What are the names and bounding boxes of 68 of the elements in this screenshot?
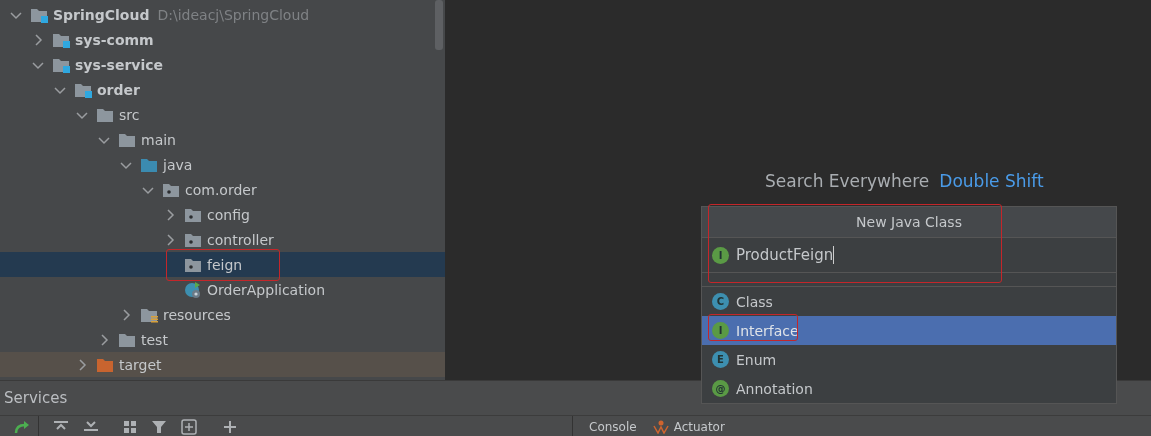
folder-icon	[52, 56, 70, 73]
item-label: test	[141, 331, 168, 348]
tree-item[interactable]: target	[0, 352, 445, 377]
item-label: config	[207, 206, 250, 223]
class-kind-item[interactable]: I Interface	[702, 316, 1116, 345]
item-label: OrderApplication	[207, 281, 325, 298]
scrollbar-thumb[interactable]	[434, 0, 443, 50]
folder-icon	[140, 156, 158, 173]
folder-icon	[184, 256, 202, 273]
panel-tab[interactable]: Actuator	[652, 419, 725, 434]
folder-icon	[96, 106, 114, 123]
folder-icon	[118, 131, 136, 148]
folder-icon	[162, 181, 180, 198]
folder-icon	[52, 31, 70, 48]
shortcut-hint: Double Shift	[939, 171, 1044, 191]
item-label: resources	[163, 306, 231, 323]
item-label: src	[119, 106, 140, 123]
rerun-icon[interactable]	[14, 419, 30, 434]
item-label: feign	[207, 256, 243, 273]
search-hint: Search Everywhere	[765, 171, 930, 191]
chevron-icon[interactable]	[164, 233, 176, 246]
chevron-icon[interactable]	[120, 308, 132, 321]
tree-item[interactable]: main	[0, 127, 432, 152]
tree-item[interactable]: sys-comm	[0, 27, 432, 52]
tree-item[interactable]: test	[0, 327, 432, 352]
chevron-icon[interactable]	[76, 358, 88, 371]
group-icon[interactable]	[123, 419, 137, 434]
tree-item[interactable]: config	[0, 202, 432, 227]
tree-item[interactable]: controller	[0, 227, 432, 252]
folder-icon	[96, 356, 114, 373]
item-label: SpringCloud	[53, 6, 150, 23]
name-field[interactable]: I ProductFeign	[702, 238, 1116, 273]
dialog-title: New Java Class	[702, 207, 1116, 238]
tree-item[interactable]: sys-service	[0, 52, 432, 77]
item-label: controller	[207, 231, 274, 248]
class-kind-item[interactable]: E Enum	[702, 345, 1116, 374]
panel-tab[interactable]: Console	[589, 419, 637, 434]
folder-icon	[118, 331, 136, 348]
folder-icon	[30, 6, 48, 23]
tree-item[interactable]: SpringCloud D:\ideacj\SpringCloud	[0, 2, 432, 27]
item-label: java	[163, 156, 193, 173]
tree-item[interactable]: java	[0, 152, 432, 177]
class-kind-item[interactable]: C Class	[702, 287, 1116, 316]
folder-icon	[140, 306, 158, 323]
chevron-icon[interactable]	[32, 33, 44, 46]
item-label: com.order	[185, 181, 257, 198]
item-label: target	[119, 356, 162, 373]
tree-item[interactable]: com.order	[0, 177, 432, 202]
actuator-icon	[652, 419, 669, 434]
chevron-icon[interactable]	[98, 333, 110, 346]
tree-item[interactable]: order	[0, 77, 432, 102]
collapse-all-icon[interactable]	[83, 419, 99, 434]
item-label: main	[141, 131, 176, 148]
item-label: order	[97, 81, 140, 98]
add-service-icon[interactable]	[181, 418, 197, 435]
item-label: sys-service	[75, 56, 164, 73]
folder-icon	[184, 231, 202, 248]
add-icon[interactable]	[223, 419, 237, 434]
filter-icon[interactable]	[151, 419, 167, 434]
chevron-icon[interactable]	[164, 208, 176, 221]
tree-item[interactable]: src	[0, 102, 432, 127]
item-label: sys-comm	[75, 31, 154, 48]
tree-item[interactable]: resources	[0, 302, 432, 327]
spring-class-icon	[184, 280, 202, 299]
folder-icon	[184, 206, 202, 223]
tree-item[interactable]: OrderApplication	[0, 277, 432, 302]
folder-icon	[74, 81, 92, 98]
project-path: D:\ideacj\SpringCloud	[157, 6, 310, 23]
